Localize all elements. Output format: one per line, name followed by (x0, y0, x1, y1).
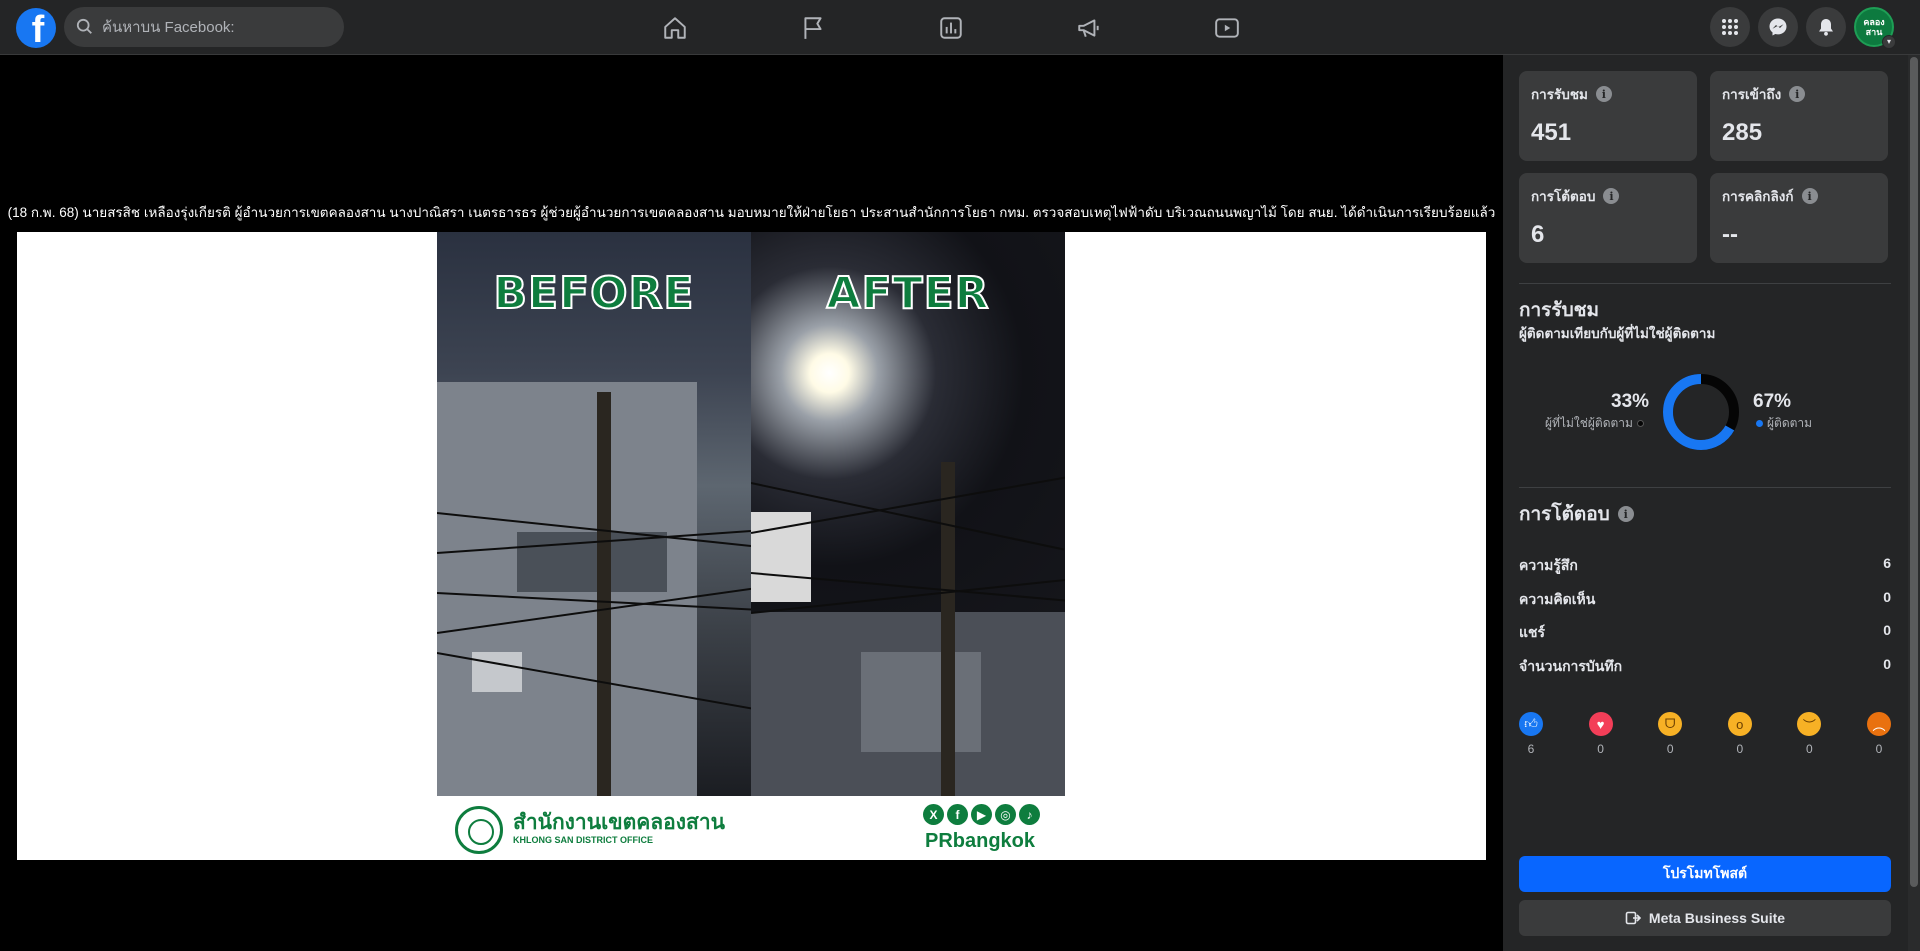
grid-menu-icon (1722, 19, 1738, 35)
promote-post-button[interactable]: โปรโมทโพสต์ (1519, 856, 1891, 892)
views-section-title: การรับชม (1519, 300, 1600, 321)
followers-donut-chart (1663, 374, 1739, 450)
scrollbar-thumb[interactable] (1910, 57, 1918, 887)
love-icon: ♥ (1588, 712, 1613, 736)
engagement-row: ความคิดเห็น 0 (1519, 589, 1891, 607)
post-viewer: (18 ก.พ. 68) นายสรสิช เหลืองรุ่งเกียรติ … (0, 55, 1503, 951)
insights-panel: การรับชม i 451 การเข้าถึง i 285 การโต้ตอบ i… (1503, 55, 1920, 951)
meta-business-suite-button[interactable]: Meta Business Suite (1519, 900, 1891, 936)
facebook-icon: f (947, 804, 968, 825)
nav-pages[interactable] (744, 0, 882, 55)
profile-avatar[interactable]: คลอง สาน ▾ (1854, 7, 1896, 49)
instagram-icon: ◎ (995, 804, 1016, 825)
bar-chart-icon (940, 16, 962, 39)
followers-percent: 67% (1753, 391, 1792, 412)
stat-engagement: การโต้ตอบ i 6 (1519, 173, 1697, 263)
post-caption: (18 ก.พ. 68) นายสรสิช เหลืองรุ่งเกียรติ … (7, 205, 1496, 220)
non-followers-dot (1636, 420, 1644, 427)
nav-ads[interactable] (1020, 0, 1158, 55)
menu-button[interactable] (1710, 7, 1750, 47)
messenger-button[interactable] (1758, 7, 1798, 47)
prbangkok-brand: PRbangkok (925, 830, 1036, 852)
notifications-button[interactable] (1806, 7, 1846, 47)
megaphone-icon (1078, 18, 1099, 37)
haha-icon: ᗜ (1658, 712, 1683, 736)
main-nav (606, 0, 1296, 55)
office-name-english: KHLONG SAN DISTRICT OFFICE (513, 835, 653, 845)
facebook-logo-icon[interactable]: f (16, 8, 56, 48)
messenger-icon (1769, 18, 1787, 36)
non-followers-legend: ผู้ที่ไม่ใช่ผู้ติดตาม (1545, 414, 1644, 433)
district-seal-icon (455, 806, 503, 854)
post-image-frame: BEFORE AFTER สำนักงานเขตคลองสาน KHLONG S… (17, 232, 1486, 860)
stat-reach: การเข้าถึง i 285 (1710, 71, 1888, 161)
search-input[interactable] (102, 18, 322, 36)
non-followers-percent: 33% (1611, 391, 1650, 412)
social-icons: X f ▶ ◎ ♪ (923, 804, 1040, 825)
followers-legend: ผู้ติดตาม (1756, 414, 1812, 433)
nav-video[interactable] (1158, 0, 1296, 55)
tiktok-icon: ♪ (1019, 804, 1040, 825)
nav-home[interactable] (606, 0, 744, 55)
angry-icon: ︵ (1866, 712, 1891, 736)
engagement-row: ความรู้สึก 6 (1519, 555, 1891, 573)
reaction-like: 👍︎ 6 (1519, 712, 1543, 756)
external-link-icon (1625, 911, 1641, 925)
engagement-row: แชร์ 0 (1519, 622, 1891, 640)
reaction-sad: ︶ 0 (1797, 712, 1822, 756)
reactions-breakdown: 👍︎ 6 ♥ 0 ᗜ 0 o 0 ︶ 0 ︵ 0 (1519, 712, 1891, 756)
wow-icon: o (1727, 712, 1752, 736)
youtube-icon: ▶ (971, 804, 992, 825)
followers-dot (1756, 420, 1763, 427)
bell-icon (1819, 19, 1833, 36)
video-icon (1215, 17, 1239, 38)
stat-views: การรับชม i 451 (1519, 71, 1697, 161)
info-icon[interactable]: i (1789, 86, 1806, 102)
before-label: BEFORE (493, 267, 695, 320)
after-photo: AFTER (751, 232, 1065, 796)
divider (1519, 283, 1891, 284)
image-footer: สำนักงานเขตคลองสาน KHLONG SAN DISTRICT O… (437, 796, 1065, 860)
home-icon (664, 16, 686, 39)
info-icon[interactable]: i (1595, 86, 1612, 102)
reaction-angry: ︵ 0 (1866, 712, 1891, 756)
reaction-haha: ᗜ 0 (1658, 712, 1683, 756)
reaction-love: ♥ 0 (1588, 712, 1613, 756)
panel-scrollbar[interactable] (1908, 55, 1920, 951)
like-icon: 👍︎ (1519, 712, 1543, 736)
reaction-wow: o 0 (1727, 712, 1752, 756)
before-photo: BEFORE (437, 232, 751, 796)
post-image[interactable]: BEFORE AFTER สำนักงานเขตคลองสาน KHLONG S… (437, 232, 1065, 860)
engagement-row: จำนวนการบันทึก 0 (1519, 656, 1891, 674)
flag-icon (804, 16, 822, 39)
top-bar: f คลอง สาน ▾ (0, 0, 1920, 55)
views-section-subtitle: ผู้ติดตามเทียบกับผู้ที่ไม่ใช่ผู้ติดตาม (1519, 326, 1716, 341)
chevron-down-icon[interactable]: ▾ (1882, 35, 1896, 49)
sad-icon: ︶ (1797, 712, 1822, 736)
stat-link-clicks: การคลิกลิงก์ i -- (1710, 173, 1888, 263)
info-icon[interactable]: i (1617, 506, 1634, 522)
after-label: AFTER (825, 267, 990, 320)
info-icon[interactable]: i (1603, 188, 1620, 204)
divider (1519, 487, 1891, 488)
search-icon (76, 18, 92, 34)
info-icon[interactable]: i (1801, 188, 1818, 204)
search-box[interactable] (64, 7, 344, 47)
top-right-actions: คลอง สาน ▾ (1710, 7, 1896, 49)
x-icon: X (923, 804, 944, 825)
engagement-section-title: การโต้ตอบ i (1519, 499, 1634, 529)
nav-insights[interactable] (882, 0, 1020, 55)
